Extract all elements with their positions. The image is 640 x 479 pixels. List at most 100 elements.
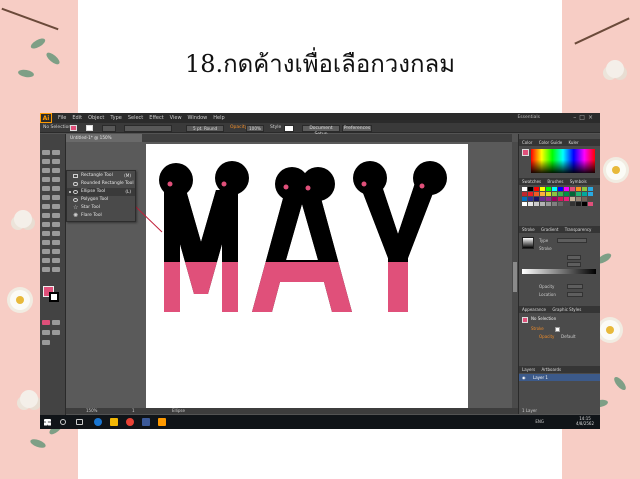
stroke-color-swatch[interactable] (86, 125, 93, 131)
color-swatch[interactable] (540, 192, 545, 196)
color-swatch[interactable] (570, 202, 575, 206)
tab-appearance[interactable]: Appearance (522, 307, 546, 312)
tool-row-selection[interactable] (42, 140, 64, 155)
color-swatch[interactable] (588, 192, 593, 196)
windows-start-icon[interactable] (44, 418, 51, 426)
zoom-tool-icon[interactable] (52, 267, 60, 272)
layer-row[interactable]: ◉ Layer 1 (519, 374, 600, 381)
tool-row-pen[interactable] (42, 158, 64, 173)
tab-layers[interactable]: Layers (522, 367, 535, 372)
color-swatch[interactable] (534, 197, 539, 201)
flyout-rounded-rectangle-tool[interactable]: Rounded Rectangle Tool (67, 180, 135, 188)
color-swatch[interactable] (522, 192, 527, 196)
color-swatch[interactable] (582, 197, 587, 201)
gradient-slider[interactable] (522, 269, 596, 274)
tool-row-width[interactable] (42, 203, 64, 218)
color-swatch[interactable] (582, 187, 587, 191)
color-swatch[interactable] (540, 187, 545, 191)
menu-file[interactable]: File (58, 115, 66, 121)
color-swatch[interactable] (576, 187, 581, 191)
stroke-swatch[interactable] (49, 292, 59, 302)
color-swatch[interactable] (540, 202, 545, 206)
tab-kuler[interactable]: Kuler (568, 140, 578, 145)
color-swatch[interactable] (564, 192, 569, 196)
tab-artboards[interactable]: Artboards (542, 367, 562, 372)
color-swatch[interactable] (522, 187, 527, 191)
illustrator-taskbar-icon[interactable] (158, 418, 166, 426)
flyout-star-tool[interactable]: ☆ Star Tool (67, 204, 135, 212)
artboard[interactable] (146, 144, 468, 408)
preferences-button[interactable]: Preferences (342, 124, 372, 132)
color-swatch[interactable] (528, 202, 533, 206)
color-swatch[interactable] (588, 187, 593, 191)
file-explorer-icon[interactable] (110, 418, 118, 426)
color-swatch[interactable] (552, 192, 557, 196)
workspace-switcher[interactable]: Essentials (517, 115, 540, 120)
chrome-icon[interactable] (126, 418, 134, 426)
appearance-opacity-label[interactable]: Opacity (539, 334, 554, 340)
eye-icon[interactable]: ◉ (522, 374, 526, 381)
color-swatch[interactable] (534, 192, 539, 196)
app-icon[interactable] (142, 418, 150, 426)
artboard-number[interactable]: 1 (132, 408, 135, 413)
tab-stroke[interactable]: Stroke (522, 227, 535, 232)
current-color-swatch[interactable] (522, 149, 529, 156)
color-swatch[interactable] (540, 197, 545, 201)
color-swatch[interactable] (564, 187, 569, 191)
tool-row-line[interactable] (42, 167, 64, 182)
style-swatch[interactable] (284, 124, 294, 132)
color-swatch[interactable] (534, 187, 539, 191)
opacity-label[interactable]: Opacity (230, 125, 247, 130)
tab-graphic-styles[interactable]: Graphic Styles (552, 307, 581, 312)
menu-view[interactable]: View (170, 115, 182, 121)
color-swatch[interactable] (552, 197, 557, 201)
tab-color-guide[interactable]: Color Guide (539, 140, 562, 145)
fill-color-swatch[interactable] (70, 125, 77, 131)
draw-mode-row[interactable] (42, 320, 64, 335)
color-swatch[interactable] (582, 192, 587, 196)
menu-type[interactable]: Type (110, 115, 121, 121)
color-swatch[interactable] (558, 192, 563, 196)
zoom-level[interactable]: 150% (86, 408, 97, 413)
color-swatch[interactable] (576, 192, 581, 196)
language-indicator[interactable]: ENG (535, 419, 544, 424)
tool-row-blob[interactable] (42, 185, 64, 200)
menu-select[interactable]: Select (128, 115, 143, 121)
gradient-location-input[interactable] (567, 292, 583, 297)
tab-brushes[interactable]: Brushes (547, 179, 563, 184)
window-controls[interactable]: –□× (573, 114, 596, 121)
may-artwork[interactable] (146, 144, 468, 408)
color-swatch[interactable] (558, 197, 563, 201)
opacity-input[interactable]: 100% (246, 124, 264, 132)
flyout-polygon-tool[interactable]: Polygon Tool (67, 196, 135, 204)
menu-object[interactable]: Object (88, 115, 104, 121)
menu-effect[interactable]: Effect (149, 115, 163, 121)
system-clock[interactable]: 14:15 4/8/2562 (576, 416, 594, 426)
color-spectrum[interactable] (531, 149, 595, 173)
color-swatch[interactable] (528, 192, 533, 196)
gradient-opacity-input[interactable] (567, 284, 583, 289)
color-swatch[interactable] (522, 202, 527, 206)
flyout-rectangle-tool[interactable]: Rectangle Tool (M) (67, 172, 135, 180)
screen-mode-row[interactable] (42, 330, 64, 345)
scroll-thumb[interactable] (513, 262, 517, 292)
gradient-type-select[interactable] (557, 238, 587, 243)
tool-row-symbol[interactable] (42, 239, 64, 254)
color-swatch[interactable] (546, 202, 551, 206)
gradient-preview[interactable] (522, 237, 534, 249)
color-swatch[interactable] (528, 187, 533, 191)
menu-help[interactable]: Help (213, 115, 224, 121)
color-swatch[interactable] (546, 192, 551, 196)
color-swatch[interactable] (564, 202, 569, 206)
appearance-stroke-label[interactable]: Stroke (531, 326, 544, 332)
color-swatch[interactable] (582, 202, 587, 206)
tool-row-rotate[interactable] (42, 194, 64, 209)
color-swatch[interactable] (558, 187, 563, 191)
tab-color[interactable]: Color (522, 140, 532, 145)
gradient-angle-input[interactable] (567, 255, 581, 260)
color-swatch[interactable] (522, 197, 527, 201)
color-swatch[interactable] (546, 197, 551, 201)
screen-mode-icon[interactable] (42, 340, 50, 345)
color-swatch[interactable] (564, 197, 569, 201)
hand-tool-icon[interactable] (42, 267, 50, 272)
